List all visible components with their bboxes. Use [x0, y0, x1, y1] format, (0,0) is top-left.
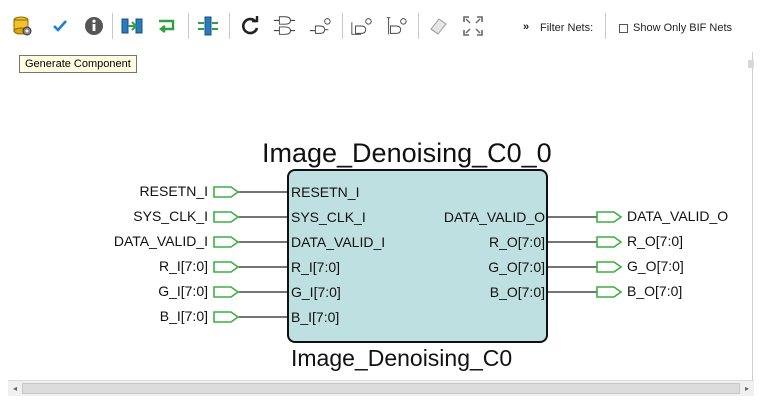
output-port-icon[interactable] [596, 211, 623, 223]
input-port-icon[interactable] [213, 286, 240, 298]
component-input-pin-label: RESETN_I [291, 184, 360, 200]
component-output-pin-label: DATA_VALID_O [443, 209, 545, 225]
external-output-port-label: DATA_VALID_O [627, 208, 729, 224]
component-input-pin-label: R_I[7:0] [291, 259, 341, 275]
external-input-port-label: R_I[7:0] [158, 258, 208, 274]
external-input-port-label: SYS_CLK_I [133, 208, 208, 224]
input-port-icon[interactable] [213, 311, 240, 323]
scroll-left-arrow-icon[interactable]: ◂ [9, 383, 21, 395]
component-input-pin-label: G_I[7:0] [291, 284, 341, 300]
external-output-port-label: G_O[7:0] [627, 258, 684, 274]
external-output-port-label: B_O[7:0] [627, 283, 683, 299]
component-type-name: Image_Denoising_C0 [291, 345, 513, 371]
component-output-pin-label: R_O[7:0] [488, 234, 545, 250]
input-port-icon[interactable] [213, 186, 240, 198]
output-port-icon[interactable] [596, 286, 623, 298]
component-input-pin-label: B_I[7:0] [291, 309, 340, 325]
external-input-port-label: B_I[7:0] [159, 308, 208, 324]
tooltip: Generate Component [19, 55, 137, 73]
input-port-icon[interactable] [213, 236, 240, 248]
input-port-icon[interactable] [213, 261, 240, 273]
output-port-icon[interactable] [596, 261, 623, 273]
external-input-port-label: DATA_VALID_I [113, 233, 208, 249]
input-port-icon[interactable] [213, 211, 240, 223]
component-output-pin-label: B_O[7:0] [489, 284, 545, 300]
component-output-pin-label: G_O[7:0] [488, 259, 545, 275]
component-instance-name: Image_Denoising_C0_0 [262, 138, 552, 168]
external-input-port-label: G_I[7:0] [158, 283, 208, 299]
external-input-port-label: RESETN_I [139, 183, 208, 199]
horizontal-scrollbar[interactable]: ◂ ▸ [8, 380, 754, 396]
scroll-right-arrow-icon[interactable]: ▸ [741, 383, 753, 395]
horizontal-scroll-thumb[interactable] [22, 383, 740, 394]
external-output-port-label: R_O[7:0] [627, 233, 684, 249]
output-port-icon[interactable] [596, 236, 623, 248]
